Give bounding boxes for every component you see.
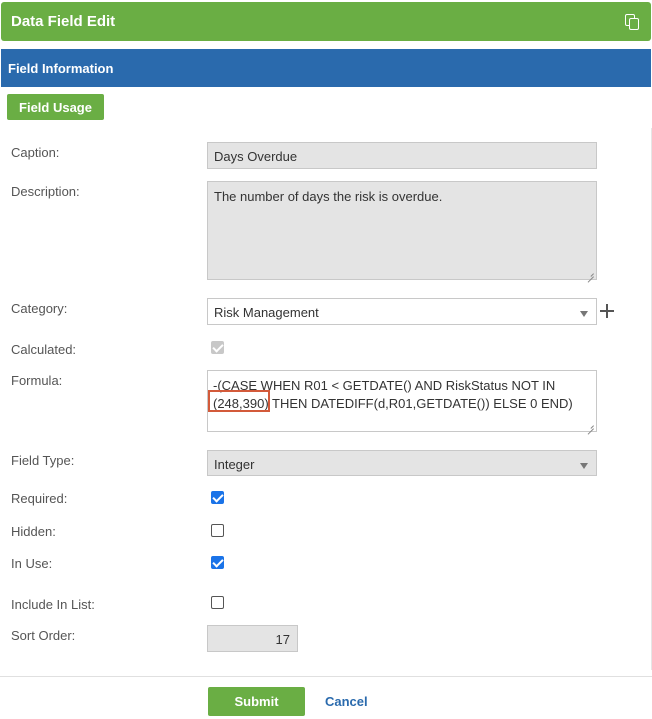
include-in-list-label: Include In List: [11,597,95,612]
caption-field[interactable]: Days Overdue [207,142,597,169]
in-use-checkbox[interactable] [211,556,224,569]
in-use-label: In Use: [11,556,53,571]
caption-value: Days Overdue [214,149,298,164]
category-select[interactable]: Risk Management [207,298,597,325]
field-type-label: Field Type: [11,453,75,468]
caption-label: Caption: [11,145,60,160]
copy-icon[interactable] [623,13,641,31]
chevron-down-icon [580,463,588,469]
field-type-value: Integer [214,457,255,472]
sort-order-value: 17 [275,632,290,647]
submit-button[interactable]: Submit [208,687,305,716]
formula-label: Formula: [11,373,63,388]
description-field[interactable]: The number of days the risk is overdue. [207,181,597,280]
cancel-link[interactable]: Cancel [325,694,368,709]
category-value: Risk Management [214,305,319,320]
field-type-select[interactable]: Integer [207,450,597,476]
sort-order-label: Sort Order: [11,628,76,643]
footer-bar: Submit Cancel [0,676,652,719]
include-in-list-checkbox[interactable] [211,596,224,609]
section-header: Field Information [1,49,651,87]
required-checkbox[interactable] [211,491,224,504]
window-title: Data Field Edit [11,13,116,30]
section-title: Field Information [8,60,114,76]
window-title-bar: Data Field Edit [1,2,651,41]
hidden-label: Hidden: [11,524,56,539]
formula-highlight-box [208,390,270,412]
add-category-plus-icon[interactable] [599,303,615,319]
resize-handle-icon[interactable] [586,421,594,429]
calculated-checkbox [211,341,224,354]
chevron-down-icon [580,311,588,317]
required-label: Required: [11,491,68,506]
hidden-checkbox[interactable] [211,524,224,537]
sort-order-field[interactable]: 17 [207,625,298,652]
calculated-label: Calculated: [11,342,77,357]
description-label: Description: [11,184,80,199]
description-value: The number of days the risk is overdue. [214,189,443,204]
resize-handle-icon[interactable] [586,269,594,277]
field-usage-button[interactable]: Field Usage [7,94,104,120]
category-label: Category: [11,301,68,316]
